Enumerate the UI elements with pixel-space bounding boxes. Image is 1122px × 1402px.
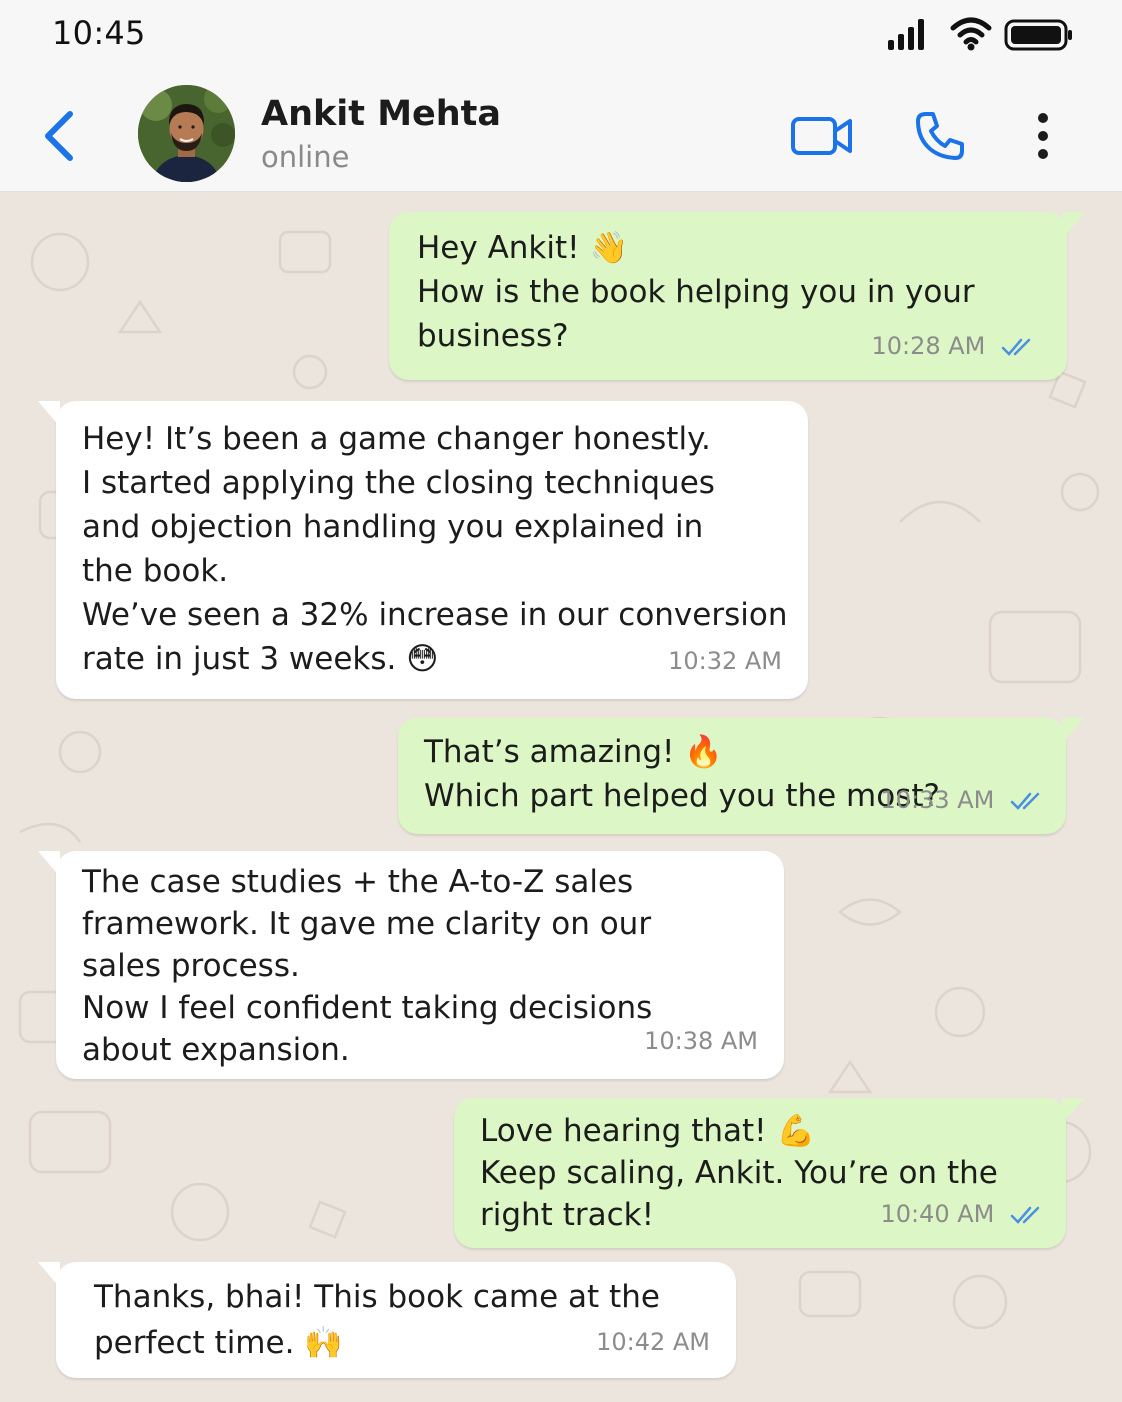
wifi-icon <box>950 17 992 51</box>
chat-header: Ankit Mehta online <box>0 70 1122 192</box>
contact-name[interactable]: Ankit Mehta <box>261 94 501 134</box>
bubble-tail <box>38 1262 60 1288</box>
message-meta: 10:33 AM <box>880 778 1046 822</box>
bubble-tail <box>1062 1098 1084 1124</box>
message-time: 10:28 AM <box>871 332 986 360</box>
video-call-icon <box>791 117 852 155</box>
message-time: 10:38 AM <box>644 1027 758 1055</box>
chat-area[interactable]: Hey Ankit! 👋 How is the book helping you… <box>0 192 1122 1402</box>
message-bubble-incoming[interactable]: Thanks, bhai! This book came at the perf… <box>38 1262 736 1378</box>
message-time: 10:40 AM <box>880 1200 995 1228</box>
status-bar: 10:45 <box>0 0 1122 70</box>
contact-photo <box>138 85 235 182</box>
message-text: Now I feel confident taking decisions <box>82 990 653 1026</box>
chevron-left-icon <box>45 111 73 161</box>
message-bubble-outgoing[interactable]: Hey Ankit! 👋 How is the book helping you… <box>389 212 1085 380</box>
message-meta: 10:28 AM <box>871 324 1037 368</box>
message-text: Thanks, bhai! This book came at the <box>94 1279 660 1315</box>
bubble-tail <box>38 401 60 427</box>
bubble-tail <box>38 851 60 877</box>
message-text: Hey Ankit! 👋 <box>417 230 629 266</box>
message-text: The case studies + the A-to-Z sales <box>82 864 634 900</box>
message-bubble-outgoing[interactable]: That’s amazing! 🔥 Which part helped you … <box>398 718 1084 834</box>
status-time: 10:45 <box>52 14 146 52</box>
avatar[interactable] <box>138 85 235 182</box>
message-text: Which part helped you the most? <box>424 778 940 814</box>
signal-icon <box>888 19 924 50</box>
message-time: 10:42 AM <box>596 1328 710 1356</box>
message-text: That’s amazing! 🔥 <box>424 734 723 770</box>
read-receipt-icon <box>1010 1206 1040 1224</box>
message-text: and objection handling you explained in <box>82 509 704 545</box>
phone-icon <box>916 112 964 160</box>
message-time: 10:33 AM <box>880 786 995 814</box>
message-text: Hey! It’s been a game changer honestly. <box>82 421 711 457</box>
message-text: How is the book helping you in your <box>417 274 975 310</box>
read-receipt-icon <box>1001 338 1031 356</box>
message-text: about expansion. <box>82 1032 350 1068</box>
bubble-tail <box>1062 718 1084 744</box>
read-receipt-icon <box>1010 792 1040 810</box>
message-text: We’ve seen a 32% increase in our convers… <box>82 597 788 633</box>
voice-call-button[interactable] <box>914 110 966 166</box>
battery-icon <box>1004 19 1072 51</box>
message-meta: 10:40 AM <box>880 1192 1046 1236</box>
message-bubble-incoming[interactable]: Hey! It’s been a game changer honestly. … <box>38 401 808 699</box>
message-text: perfect time. 🙌 <box>94 1325 343 1361</box>
more-options-button[interactable] <box>1030 112 1056 164</box>
message-text: sales process. <box>82 948 300 984</box>
message-text: framework. It gave me clarity on our <box>82 906 652 942</box>
message-text: I started applying the closing technique… <box>82 465 715 501</box>
back-button[interactable] <box>40 108 80 164</box>
message-bubble-outgoing[interactable]: Love hearing that! 💪 Keep scaling, Ankit… <box>454 1098 1084 1248</box>
message-text: Keep scaling, Ankit. You’re on the <box>480 1155 998 1191</box>
bubble-tail <box>1063 212 1085 238</box>
more-options-icon <box>1038 113 1048 159</box>
message-text: the book. <box>82 553 229 589</box>
video-call-button[interactable] <box>790 114 854 162</box>
message-text: Love hearing that! 💪 <box>480 1113 816 1149</box>
contact-status: online <box>261 140 350 174</box>
message-bubble-incoming[interactable]: The case studies + the A-to-Z sales fram… <box>38 851 784 1079</box>
message-time: 10:32 AM <box>668 647 782 675</box>
